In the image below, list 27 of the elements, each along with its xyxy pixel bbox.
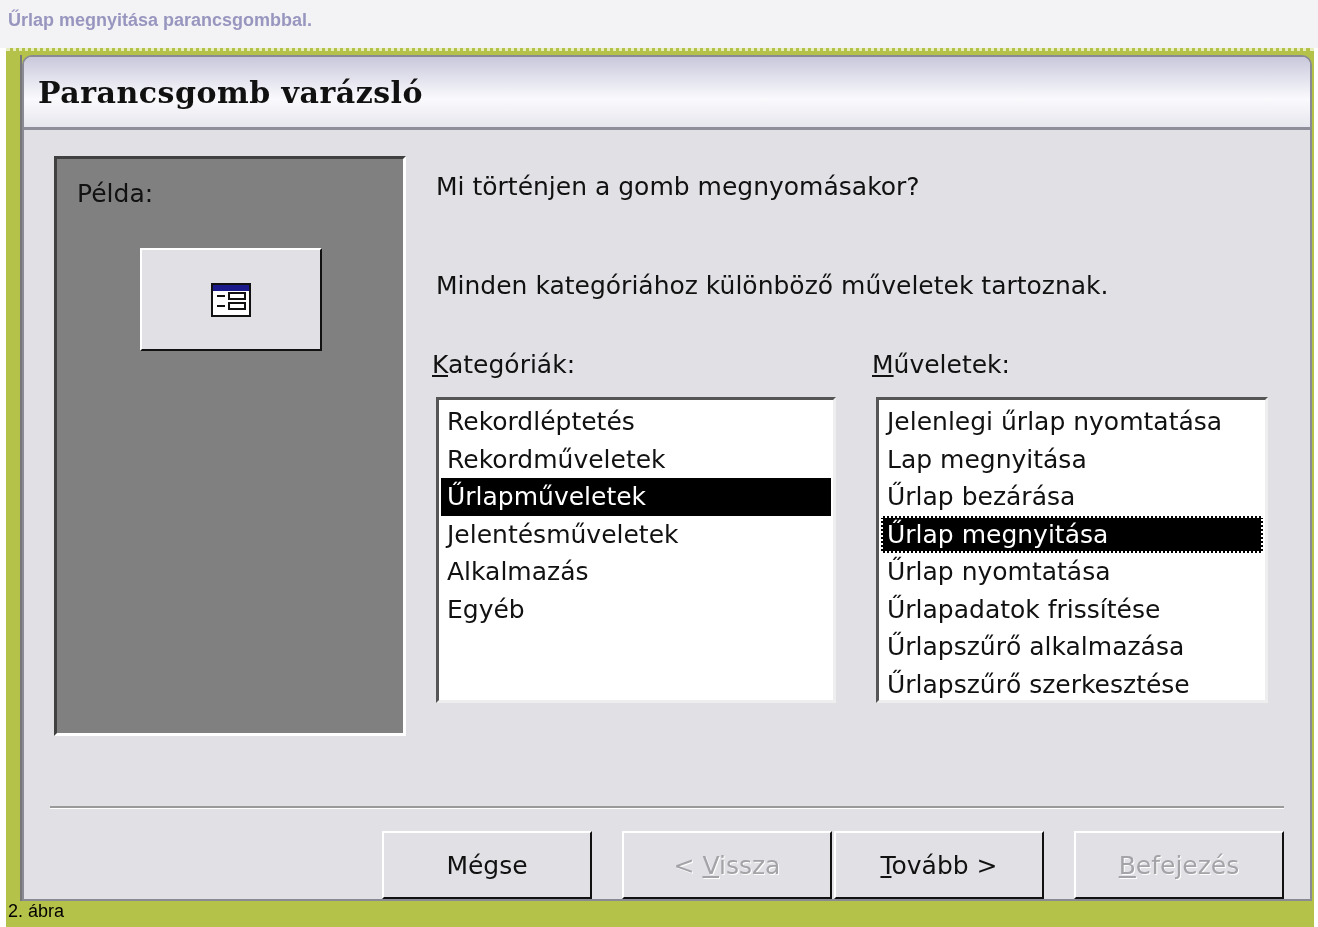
list-item[interactable]: Jelenlegi űrlap nyomtatása [881,403,1263,441]
list-item[interactable]: Egyéb [441,590,831,628]
list-item[interactable]: Űrlapadatok frissítése [881,590,1263,628]
list-item[interactable]: Rekordléptetés [441,403,831,441]
list-item[interactable]: Űrlapműveletek [441,478,831,516]
dialog-title: Parancsgomb varázsló [38,74,423,110]
form-icon [211,282,251,317]
wizard-button[interactable]: Mégse [382,831,592,899]
list-item[interactable]: Lap megnyitása [881,440,1263,478]
hint-text: Minden kategóriához különböző műveletek tartoznak. [436,271,1110,300]
list-item[interactable]: Űrlap megnyitása [881,515,1263,553]
list-box[interactable]: Jelenlegi űrlap nyomtatása Lap megnyitása Űrlap bezárása Űrlap megnyitása Űrlap nyomtatása Űrlapadatok frissítése Űrlapszűrő alkalmazása Űrlapszűrő szerkesztése [876,397,1268,703]
page-caption: Űrlap megnyitása parancsgombbal. [8,10,313,31]
question-text: Mi történjen a gomb megnyomásakor? [436,172,921,201]
list-item[interactable]: Rekordműveletek [441,440,831,478]
list-item[interactable]: Űrlap nyomtatása [881,553,1263,591]
list-item[interactable]: Jelentésműveletek [441,515,831,553]
list-item[interactable]: Űrlapszűrő alkalmazása [881,628,1263,666]
list-item[interactable]: Alkalmazás [441,553,831,591]
figure-caption: 2. ábra [8,901,65,922]
list-label: Műveletek: [872,350,1011,379]
list-label: Kategóriák: [432,350,577,379]
list-box[interactable]: Rekordléptetés Rekordműveletek Űrlapműveletek Jelentésműveletek Alkalmazás Egyéb [436,397,836,703]
preview-label: Példa: [77,179,155,208]
list-item[interactable]: Űrlapszűrő szerkesztése [881,665,1263,703]
list-item[interactable]: Űrlap bezárása [881,478,1263,516]
wizard-button[interactable]: Tovább > [834,831,1044,899]
